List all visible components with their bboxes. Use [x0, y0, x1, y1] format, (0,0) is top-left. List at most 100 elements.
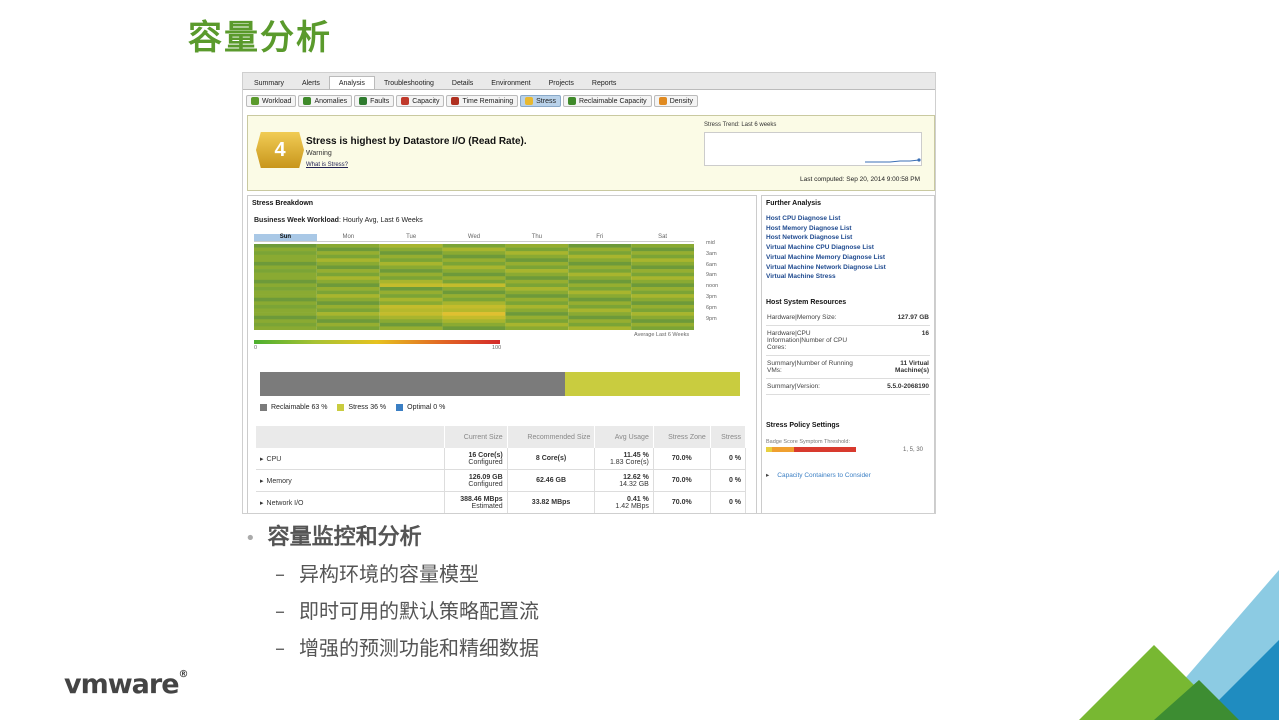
heatmap-cell	[254, 276, 317, 281]
resource-row: Hardware|Memory Size: 127.97 GB	[766, 310, 930, 326]
tab-reports[interactable]: Reports	[583, 77, 626, 89]
subtab-density[interactable]: Density	[653, 95, 699, 107]
heatmap-cell	[442, 304, 506, 309]
subtab-faults[interactable]: Faults	[354, 95, 395, 107]
heatmap-cell	[505, 265, 569, 270]
hour-6pm: 6pm	[706, 304, 717, 311]
heatmap-cell	[254, 308, 317, 313]
heatmap-cell	[631, 244, 694, 248]
host-resources-list: Hardware|Memory Size: 127.97 GB Hardware|C…	[766, 310, 930, 395]
heatmap-cell	[442, 312, 506, 316]
heatmap-cell	[568, 279, 632, 284]
stress-trend-title: Stress Trend: Last 6 weeks	[704, 122, 777, 128]
table-row[interactable]: ▸ CPU 16 Core(s) Configured 8 Core(s) 11.45 %…	[256, 448, 747, 470]
table-row[interactable]: ▸ Network I/O 388.46 MBps Estimated 33.82 MB…	[256, 491, 747, 513]
heatmap-cell	[316, 244, 380, 248]
stress-badge: 4	[256, 132, 304, 168]
what-is-stress-link[interactable]: What is Stress?	[306, 162, 348, 168]
heatmap-cell	[254, 272, 317, 277]
heatmap-cell	[316, 312, 380, 316]
heatmap-cell	[254, 326, 317, 330]
heatmap-cell	[379, 244, 443, 248]
subtab-reclaimable-capacity[interactable]: Reclaimable Capacity	[562, 95, 652, 107]
heatmap-cell	[316, 254, 380, 259]
link-virtual-machine-memory-diagnose-list[interactable]: Virtual Machine Memory Diagnose List	[766, 253, 886, 263]
day-sun[interactable]: Sun	[254, 234, 317, 242]
expand-arrow-icon[interactable]: ▸	[260, 478, 264, 485]
expand-arrow-icon[interactable]: ▸	[260, 456, 264, 463]
link-host-network-diagnose-list[interactable]: Host Network Diagnose List	[766, 233, 886, 243]
main-tabs: Summary Alerts Analysis Troubleshooting Deta…	[243, 73, 935, 90]
subtab-time-remaining[interactable]: Time Remaining	[446, 95, 519, 107]
avg-usage: 0.41 %	[627, 495, 649, 503]
tab-troubleshooting[interactable]: Troubleshooting	[375, 77, 443, 89]
heatmap-cell	[442, 294, 506, 299]
tab-environment[interactable]: Environment	[482, 77, 539, 89]
link-host-memory-diagnose-list[interactable]: Host Memory Diagnose List	[766, 224, 886, 234]
link-host-cpu-diagnose-list[interactable]: Host CPU Diagnose List	[766, 214, 886, 224]
resource-name: Network I/O	[266, 499, 304, 507]
resource-name-cell: ▸ CPU	[256, 448, 445, 470]
heatmap-cell	[254, 290, 317, 295]
logo-mark: ®	[178, 669, 189, 680]
heatmap-cell	[316, 261, 380, 266]
capacity-containers-link[interactable]: ▸ Capacity Containers to Consider	[766, 471, 871, 479]
current-size-note: Configured	[468, 480, 503, 488]
heatmap-cell	[505, 272, 569, 277]
heatmap-day-header: Sun Mon Tue Wed Thu Fri Sat	[254, 234, 695, 242]
current-size-note: Estimated	[471, 502, 503, 510]
heatmap-cell	[442, 269, 506, 273]
tab-projects[interactable]: Projects	[540, 77, 583, 89]
subtab-anomalies[interactable]: Anomalies	[298, 95, 353, 107]
legend-item: Optimal 0 %	[396, 404, 445, 411]
heatmap-cell	[442, 308, 506, 313]
link-virtual-machine-stress[interactable]: Virtual Machine Stress	[766, 272, 886, 282]
heatmap-cell	[631, 258, 694, 263]
heatmap-cell	[631, 269, 694, 273]
resource-value: 5.5.0-2068190	[887, 383, 929, 390]
hour-6am: 6am	[706, 261, 717, 268]
avg-usage-note: 1.83 Core(s)	[609, 458, 649, 466]
table-row[interactable]: ▸ Memory 126.09 GB Configured 62.46 GB 12.62 …	[256, 469, 747, 492]
heatmap-cell	[568, 312, 632, 316]
heatmap-cell	[316, 287, 380, 291]
resource-name-cell: ▸ Network I/O	[256, 491, 445, 513]
heatmap-cell	[568, 283, 632, 288]
tab-summary[interactable]: Summary	[245, 77, 293, 89]
tab-details[interactable]: Details	[443, 77, 482, 89]
bar-segment-stress	[565, 372, 740, 396]
recommended-size: 62.46 GB	[507, 469, 596, 492]
heatmap-cell	[568, 294, 632, 299]
avg-usage: 11.45 %	[623, 451, 649, 459]
tab-alerts[interactable]: Alerts	[293, 77, 329, 89]
heatmap-cell	[568, 319, 632, 324]
analysis-subtabs: Workload Anomalies Faults Capacity Time Rema…	[243, 90, 935, 110]
link-virtual-machine-cpu-diagnose-list[interactable]: Virtual Machine CPU Diagnose List	[766, 243, 886, 253]
heatmap-cell	[442, 290, 506, 295]
heatmap-cell	[568, 315, 632, 320]
expand-arrow-icon[interactable]: ▸	[260, 500, 264, 507]
heatmap-cell	[254, 244, 317, 248]
legend-swatch	[260, 404, 267, 411]
subtab-stress[interactable]: Stress	[520, 95, 561, 107]
tab-analysis[interactable]: Analysis	[328, 76, 375, 89]
capacity-containers-label: Capacity Containers to Consider	[777, 472, 871, 479]
resource-name: Memory	[266, 477, 292, 485]
hour-noon: noon	[706, 283, 719, 290]
heatmap-cell	[505, 290, 569, 295]
subtab-workload[interactable]: Workload	[246, 95, 297, 107]
sub-bullet-text: 增强的预测功能和精细数据	[299, 636, 539, 660]
heatmap-cell	[631, 319, 694, 324]
slide-title: 容量分析	[188, 18, 332, 58]
heatmap-cell	[379, 319, 443, 324]
resource-label: Summary|Number of Running VMs:	[767, 360, 853, 374]
heatmap-cell	[316, 272, 380, 277]
subtab-capacity[interactable]: Capacity	[396, 95, 445, 107]
avg-usage-cell: 12.62 % 14.32 GB	[594, 469, 654, 492]
heatmap-cell	[442, 287, 506, 291]
stress-value: 0 %	[710, 491, 747, 513]
heatmap-cell	[568, 301, 632, 306]
resource-row: Hardware|CPU Information|Number of CPU C…	[766, 326, 930, 356]
heatmap-cell	[631, 261, 694, 266]
link-virtual-machine-network-diagnose-list[interactable]: Virtual Machine Network Diagnose List	[766, 263, 886, 273]
